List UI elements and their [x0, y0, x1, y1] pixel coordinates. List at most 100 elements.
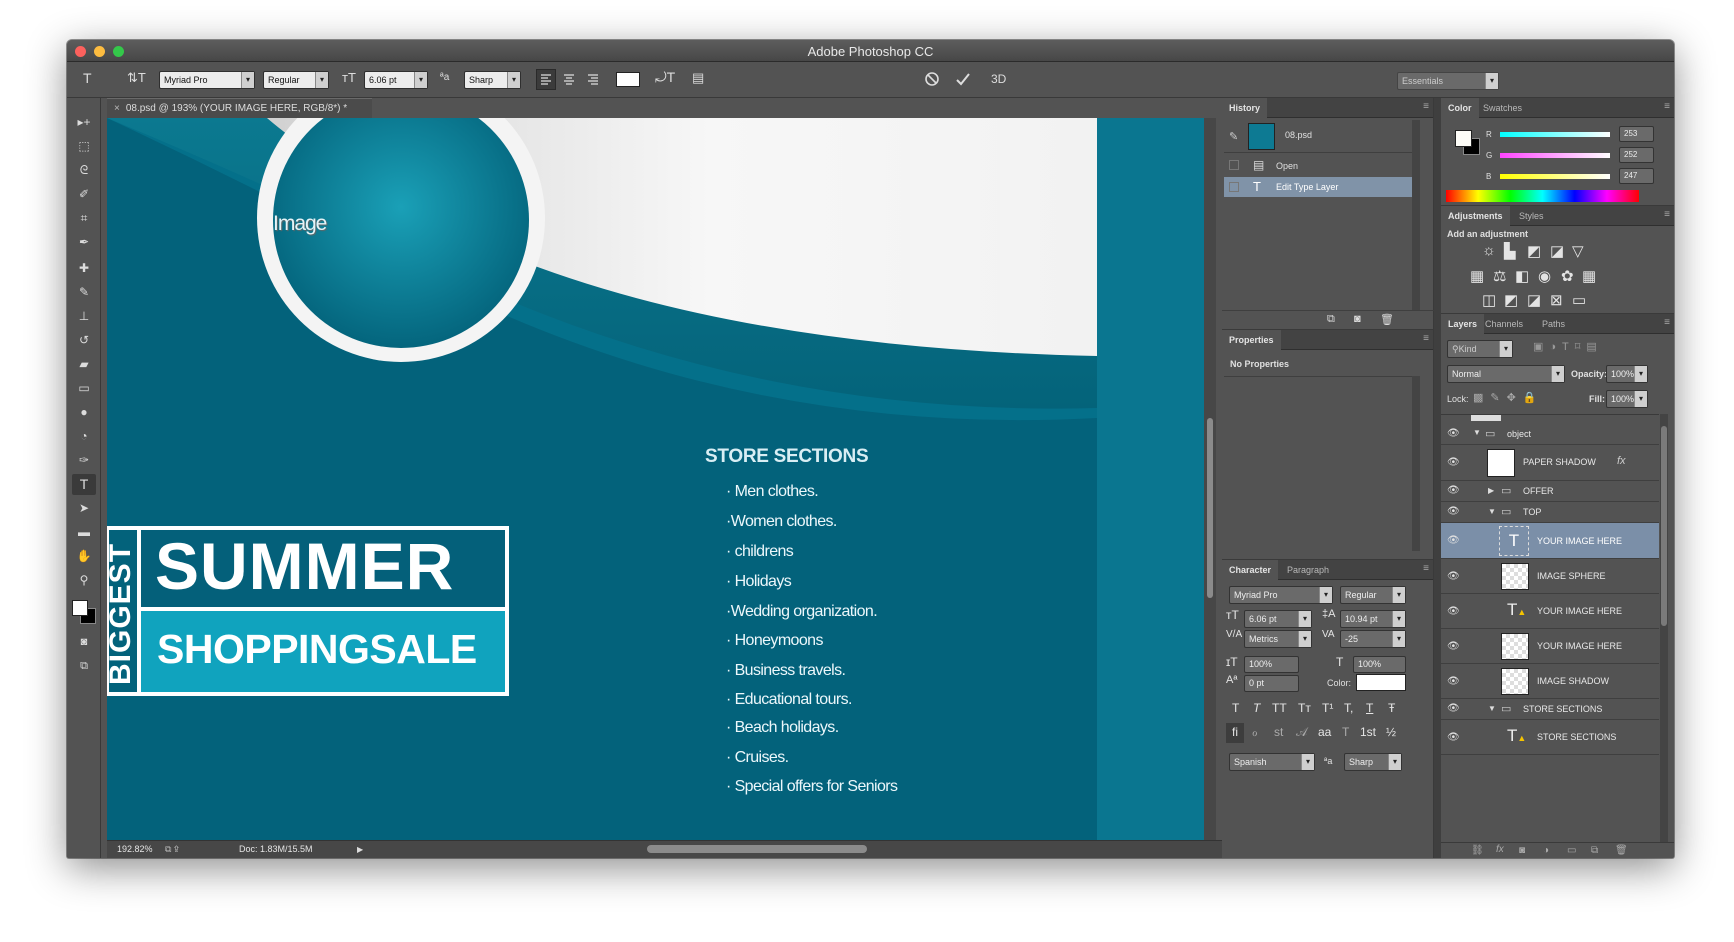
disclosure-open-icon[interactable]: ▼ [1488, 507, 1496, 516]
align-left-button[interactable] [536, 69, 556, 90]
clone-stamp-tool-icon[interactable]: ⊥ [72, 306, 96, 327]
panel-menu-icon[interactable]: ≡ [1423, 101, 1429, 112]
pen-tool-icon[interactable]: ✑ [72, 450, 96, 471]
swash-button[interactable]: 𝒜 [1296, 725, 1307, 740]
titling-alternates-button[interactable]: T [1342, 725, 1349, 739]
eye-icon[interactable]: 👁 [1447, 641, 1460, 652]
panel-menu-icon[interactable]: ≡ [1423, 333, 1429, 344]
zoom-level[interactable]: 192.82% [117, 841, 153, 858]
fill-field[interactable]: 100% [1606, 390, 1648, 408]
horizontal-scale-field[interactable]: 100% [1353, 656, 1406, 673]
brush-tool-icon[interactable]: ✎ [72, 282, 96, 303]
layer-row[interactable]: 👁 YOUR IMAGE HERE [1441, 629, 1659, 664]
dock-divider[interactable] [1434, 98, 1441, 858]
commit-edits-icon[interactable] [954, 71, 971, 88]
disclosure-open-icon[interactable]: ▼ [1488, 704, 1496, 713]
char-font-style-dropdown[interactable]: Regular [1340, 586, 1406, 604]
brightness-contrast-icon[interactable]: ☼ [1482, 242, 1496, 259]
vertical-scrollbar[interactable] [1204, 118, 1216, 840]
eye-icon[interactable]: 👁 [1447, 428, 1460, 439]
new-layer-icon[interactable]: ⧉ [1591, 845, 1598, 856]
r-value[interactable]: 253 [1619, 126, 1654, 142]
filter-kind-dropdown[interactable]: ⚲Kind [1447, 340, 1513, 358]
path-selection-tool-icon[interactable]: ➤ [72, 498, 96, 519]
ligatures-button[interactable]: fi [1226, 723, 1244, 743]
screen-mode-icon[interactable]: ⧉ [72, 656, 96, 677]
font-style-dropdown[interactable]: Regular [263, 71, 329, 89]
faux-bold-button[interactable]: T [1232, 701, 1239, 715]
font-size-dropdown[interactable]: 6.06 pt [364, 71, 428, 89]
status-menu-arrow-icon[interactable]: ▶ [357, 841, 363, 858]
zoom-tool-icon[interactable]: ⚲ [72, 570, 96, 591]
tab-paragraph[interactable]: Paragraph [1280, 560, 1336, 580]
delete-state-icon[interactable]: 🗑 [1380, 313, 1394, 326]
align-right-icon[interactable] [584, 70, 602, 89]
marquee-tool-icon[interactable]: ⬚ [72, 136, 96, 157]
exposure-icon[interactable]: ◪ [1550, 242, 1564, 260]
char-font-size-field[interactable]: 6.06 pt [1244, 610, 1312, 628]
gradient-map-icon[interactable]: ▭ [1572, 291, 1586, 309]
move-tool-icon[interactable]: ▸+ [72, 112, 96, 133]
photo-filter-icon[interactable]: ◉ [1538, 267, 1551, 285]
b-value[interactable]: 247 [1619, 168, 1654, 184]
eye-icon[interactable]: 👁 [1447, 506, 1460, 517]
panel-menu-icon[interactable]: ≡ [1423, 563, 1429, 574]
all-caps-button[interactable]: TT [1272, 701, 1287, 715]
tab-channels[interactable]: Channels [1478, 314, 1530, 334]
b-slider[interactable] [1500, 174, 1610, 179]
tab-swatches[interactable]: Swatches [1476, 98, 1529, 118]
align-center-icon[interactable] [560, 70, 578, 89]
eyedropper-tool-icon[interactable]: ✒ [72, 232, 96, 253]
stylistic-alternates-button[interactable]: aa [1318, 725, 1331, 739]
color-spectrum-bar[interactable] [1446, 190, 1639, 202]
small-caps-button[interactable]: Tт [1298, 701, 1311, 715]
properties-scrollbar[interactable] [1412, 376, 1420, 551]
tab-color[interactable]: Color [1441, 98, 1479, 118]
eye-icon[interactable]: 👁 [1447, 703, 1460, 714]
document-tab[interactable]: × 08.psd @ 193% (YOUR IMAGE HERE, RGB/8*)… [107, 98, 372, 118]
hue-saturation-icon[interactable]: ▦ [1470, 267, 1484, 285]
text-color-swatch[interactable] [616, 72, 640, 87]
history-scrollbar[interactable] [1412, 120, 1420, 310]
layer-row-selected[interactable]: 👁 T YOUR IMAGE HERE [1441, 523, 1659, 559]
layer-filter-icons[interactable]: ▣◑T⌑▤ [1533, 340, 1603, 353]
eye-icon[interactable]: 👁 [1447, 732, 1460, 743]
char-leading-field[interactable]: 10.94 pt [1340, 610, 1406, 628]
ordinals-button[interactable]: 1st [1360, 725, 1376, 739]
cancel-edits-icon[interactable] [924, 71, 941, 88]
antialias-dropdown[interactable]: Sharp [464, 71, 521, 89]
layer-row[interactable]: 👁 IMAGE SHADOW [1441, 664, 1659, 699]
char-kerning-field[interactable]: Metrics [1244, 630, 1312, 648]
eye-icon[interactable]: 👁 [1447, 606, 1460, 617]
blend-mode-dropdown[interactable]: Normal [1447, 365, 1565, 383]
history-brush-tool-icon[interactable]: ↺ [72, 330, 96, 351]
history-item[interactable]: ▤ Open [1224, 156, 1412, 176]
foreground-color-swatch[interactable] [72, 600, 88, 616]
3d-button[interactable]: 3D [991, 72, 1006, 86]
underline-button[interactable]: T [1366, 701, 1373, 715]
status-icons[interactable]: ⧉ ⇪ [165, 841, 179, 858]
vibrance-icon[interactable]: ▽ [1572, 242, 1584, 260]
selective-color-icon[interactable]: ⊠ [1550, 291, 1563, 309]
layer-style-icon[interactable]: fx [1496, 844, 1504, 855]
character-panel-toggle-icon[interactable]: ▤ [692, 70, 704, 86]
strikethrough-button[interactable]: Ŧ [1388, 701, 1395, 715]
threshold-icon[interactable]: ◪ [1527, 291, 1541, 309]
lock-icons[interactable]: ▩✎✥🔒 [1473, 391, 1544, 404]
history-snapshot[interactable]: ✎ 08.psd [1224, 120, 1412, 153]
fractions-button[interactable]: ½ [1386, 725, 1396, 739]
eraser-tool-icon[interactable]: ▰ [72, 354, 96, 375]
eye-icon[interactable]: 👁 [1447, 457, 1460, 468]
type-tool-preset-icon[interactable]: T [83, 70, 92, 86]
font-family-dropdown[interactable]: Myriad Pro [159, 71, 255, 89]
color-foreground-swatch[interactable] [1455, 130, 1472, 147]
new-group-icon[interactable]: ▭ [1567, 845, 1576, 856]
add-mask-icon[interactable]: ◙ [1519, 845, 1525, 856]
g-slider[interactable] [1500, 153, 1610, 158]
close-tab-icon[interactable]: × [114, 103, 120, 114]
history-item-selected[interactable]: T Edit Type Layer [1224, 177, 1412, 197]
tab-adjustments[interactable]: Adjustments [1441, 206, 1510, 226]
invert-icon[interactable]: ◫ [1482, 291, 1496, 309]
black-white-icon[interactable]: ◧ [1515, 267, 1529, 285]
color-lookup-icon[interactable]: ▦ [1582, 267, 1596, 285]
